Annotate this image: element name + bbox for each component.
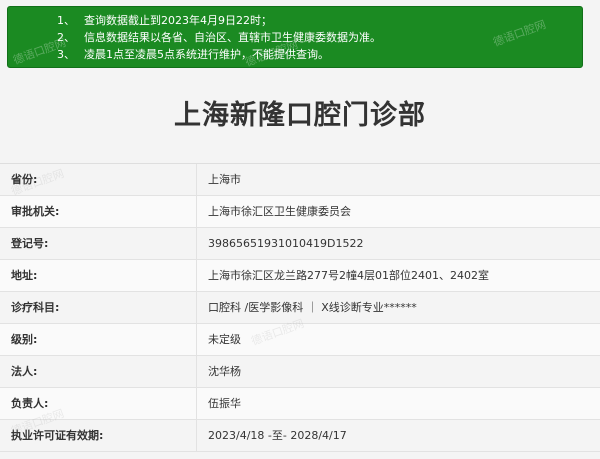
table-row: 地址: 上海市徐汇区龙兰路277号2幢4层01部位2401、2402室	[0, 260, 600, 292]
notice-item-text: 信息数据结果以各省、自治区、直辖市卫生健康委数据为准。	[84, 31, 381, 44]
table-row: 法人: 沈华杨	[0, 356, 600, 388]
row-value: 2023/4/18 -至- 2028/4/17	[208, 429, 347, 442]
table-row: 负责人: 伍振华	[0, 388, 600, 420]
table-row: 审批机关: 上海市徐汇区卫生健康委员会	[0, 196, 600, 228]
notice-item: 2、 信息数据结果以各省、自治区、直辖市卫生健康委数据为准。	[8, 29, 582, 46]
row-value: 伍振华	[208, 397, 241, 410]
row-value: 沈华杨	[208, 365, 241, 378]
table-row: 登记号: 39865651931010419D1522	[0, 228, 600, 260]
row-label: 法人:	[11, 365, 38, 378]
row-value: 上海市徐汇区龙兰路277号2幢4层01部位2401、2402室	[208, 269, 489, 282]
column-divider	[196, 324, 197, 355]
column-divider	[196, 388, 197, 419]
row-value: 上海市徐汇区卫生健康委员会	[208, 205, 351, 218]
column-divider	[196, 196, 197, 227]
row-label: 负责人:	[11, 397, 49, 410]
column-divider	[196, 260, 197, 291]
column-divider	[196, 420, 197, 451]
notice-item-number: 2、	[57, 31, 75, 44]
column-divider	[196, 292, 197, 323]
column-divider	[196, 228, 197, 259]
row-label: 登记号:	[11, 237, 49, 250]
page-title: 上海新隆口腔门诊部	[174, 100, 426, 131]
clinic-info-table: 省份: 上海市 审批机关: 上海市徐汇区卫生健康委员会 登记号: 3986565…	[0, 163, 600, 452]
row-value: 未定级	[208, 333, 241, 346]
notice-item-text: 查询数据截止到2023年4月9日22时；	[84, 14, 272, 27]
table-row: 诊疗科目: 口腔科 /医学影像科 ｜ X线诊断专业******	[0, 292, 600, 324]
notice-item-number: 3、	[57, 48, 75, 61]
row-value: 39865651931010419D1522	[208, 237, 364, 250]
row-label: 级别:	[11, 333, 38, 346]
column-divider	[196, 164, 197, 195]
table-row: 级别: 未定级	[0, 324, 600, 356]
notice-item-text: 凌晨1点至凌晨5点系统进行维护，不能提供查询。	[84, 48, 329, 61]
row-label: 诊疗科目:	[11, 301, 60, 314]
table-row: 执业许可证有效期: 2023/4/18 -至- 2028/4/17	[0, 420, 600, 452]
row-label: 执业许可证有效期:	[11, 429, 104, 442]
row-value: 上海市	[208, 173, 241, 186]
notice-banner: 1、 查询数据截止到2023年4月9日22时； 2、 信息数据结果以各省、自治区…	[7, 6, 583, 69]
row-label: 地址:	[11, 269, 38, 282]
notice-item: 3、 凌晨1点至凌晨5点系统进行维护，不能提供查询。	[8, 46, 582, 63]
table-row: 省份: 上海市	[0, 164, 600, 196]
row-value: 口腔科 /医学影像科 ｜ X线诊断专业******	[208, 301, 417, 314]
notice-item-number: 1、	[57, 14, 75, 27]
notice-item: 1、 查询数据截止到2023年4月9日22时；	[8, 12, 582, 29]
column-divider	[196, 356, 197, 387]
row-label: 省份:	[11, 173, 38, 186]
row-label: 审批机关:	[11, 205, 60, 218]
